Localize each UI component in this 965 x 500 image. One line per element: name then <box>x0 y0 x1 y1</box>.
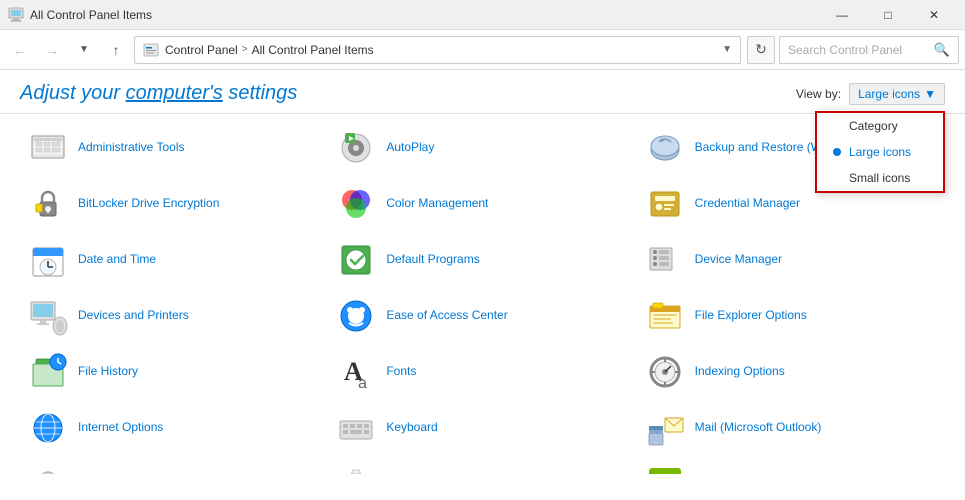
item-label: AutoPlay <box>386 140 434 156</box>
address-dropdown-arrow[interactable]: ▼ <box>722 44 732 55</box>
item-label: Internet Options <box>78 420 163 436</box>
item-icon-network <box>336 464 376 474</box>
back-button[interactable]: ← <box>6 36 34 64</box>
title-suffix: settings <box>223 82 297 104</box>
list-item[interactable]: Keyboard <box>328 402 636 454</box>
list-item[interactable]: File Explorer Options <box>637 290 945 342</box>
item-label: Device Manager <box>695 252 782 268</box>
address-box[interactable]: Control Panel > All Control Panel Items … <box>134 36 741 64</box>
list-item[interactable]: NVIDIA NVIDIA Control Panel <box>637 458 945 474</box>
item-icon-internet <box>28 408 68 448</box>
list-item[interactable]: Mail (Microsoft Outlook) <box>637 402 945 454</box>
title-link[interactable]: computer's <box>126 82 223 104</box>
close-button[interactable]: ✕ <box>911 0 957 30</box>
item-label: Default Programs <box>386 252 479 268</box>
addressbar: ← → ▼ ↑ Control Panel > All Control Pane… <box>0 30 965 70</box>
up-button[interactable]: ↑ <box>102 36 130 64</box>
breadcrumb-controlpanel[interactable]: Control Panel <box>165 43 238 57</box>
list-item[interactable]: Network and Sharing Center <box>328 458 636 474</box>
item-icon-backup <box>645 128 685 168</box>
viewby-label: View by: <box>796 87 841 101</box>
item-label: Keyboard <box>386 420 437 436</box>
viewby-value: Large icons <box>858 87 920 101</box>
item-label: File History <box>78 364 138 380</box>
item-label: Administrative Tools <box>78 140 185 156</box>
item-icon-credential <box>645 184 685 224</box>
item-icon-nvidia: NVIDIA <box>645 464 685 474</box>
viewby-container: View by: Large icons ▼ Category Large ic… <box>796 83 945 105</box>
list-item[interactable]: Indexing Options <box>637 346 945 398</box>
viewby-button[interactable]: Large icons ▼ <box>849 83 945 105</box>
item-icon-device <box>645 240 685 280</box>
item-icon-keyboard <box>336 408 376 448</box>
item-icon-default <box>336 240 376 280</box>
list-item[interactable]: Internet Options <box>20 402 328 454</box>
list-item[interactable]: Mouse <box>20 458 328 474</box>
large-icons-dot <box>833 148 841 156</box>
dropdown-small-icons[interactable]: Small icons <box>817 165 943 191</box>
list-item[interactable]: BitLocker Drive Encryption <box>20 178 328 230</box>
dropdown-large-icons-label: Large icons <box>849 145 911 159</box>
main-header: Adjust your computer's settings View by:… <box>0 70 965 114</box>
item-icon-indexing <box>645 352 685 392</box>
small-icons-dot <box>833 174 841 182</box>
viewby-dropdown: Category Large icons Small icons <box>815 111 945 193</box>
item-icon-datetime <box>28 240 68 280</box>
dropdown-category-label: Category <box>849 119 898 133</box>
item-label: Color Management <box>386 196 488 212</box>
page-title: Adjust your computer's settings <box>20 82 297 105</box>
item-icon-filehistory <box>28 352 68 392</box>
item-icon-fonts: Aa <box>336 352 376 392</box>
title-prefix: Adjust your <box>20 82 126 104</box>
category-dot <box>833 122 841 130</box>
titlebar-icon <box>8 7 24 23</box>
item-label: BitLocker Drive Encryption <box>78 196 219 212</box>
dropdown-recent-button[interactable]: ▼ <box>70 36 98 64</box>
item-label: Fonts <box>386 364 416 380</box>
viewby-chevron-icon: ▼ <box>924 87 936 101</box>
item-icon-devices <box>28 296 68 336</box>
item-label: Indexing Options <box>695 364 785 380</box>
list-item[interactable]: Aa Fonts <box>328 346 636 398</box>
search-placeholder: Search Control Panel <box>788 43 934 57</box>
list-item[interactable]: Administrative Tools <box>20 122 328 174</box>
refresh-button[interactable]: ↻ <box>747 36 775 64</box>
minimize-button[interactable]: — <box>819 0 865 30</box>
list-item[interactable]: File History <box>20 346 328 398</box>
item-label: Devices and Printers <box>78 308 189 324</box>
list-item[interactable]: Default Programs <box>328 234 636 286</box>
dropdown-large-icons[interactable]: Large icons <box>817 139 943 165</box>
dropdown-small-icons-label: Small icons <box>849 171 910 185</box>
item-icon-bitlocker <box>28 184 68 224</box>
titlebar: All Control Panel Items — □ ✕ <box>0 0 965 30</box>
list-item[interactable]: Date and Time <box>20 234 328 286</box>
maximize-button[interactable]: □ <box>865 0 911 30</box>
item-label: Ease of Access Center <box>386 308 507 324</box>
list-item[interactable]: Color Management <box>328 178 636 230</box>
list-item[interactable]: Ease of Access Center <box>328 290 636 342</box>
item-icon-explorer <box>645 296 685 336</box>
titlebar-controls: — □ ✕ <box>819 0 957 30</box>
item-label: Credential Manager <box>695 196 800 212</box>
item-label: Mail (Microsoft Outlook) <box>695 420 822 436</box>
item-icon-mail <box>645 408 685 448</box>
search-icon: 🔍 <box>934 42 950 58</box>
search-box[interactable]: Search Control Panel 🔍 <box>779 36 959 64</box>
item-icon-mouse <box>28 464 68 474</box>
item-icon-color <box>336 184 376 224</box>
forward-button[interactable]: → <box>38 36 66 64</box>
item-icon-ease <box>336 296 376 336</box>
item-label: File Explorer Options <box>695 308 807 324</box>
list-item[interactable]: AutoPlay <box>328 122 636 174</box>
svg-text:a: a <box>358 375 367 392</box>
item-label: Date and Time <box>78 252 156 268</box>
list-item[interactable]: Devices and Printers <box>20 290 328 342</box>
breadcrumb-allitems[interactable]: All Control Panel Items <box>252 43 374 57</box>
item-icon-admin <box>28 128 68 168</box>
list-item[interactable]: Device Manager <box>637 234 945 286</box>
titlebar-title: All Control Panel Items <box>30 8 819 22</box>
dropdown-category[interactable]: Category <box>817 113 943 139</box>
item-icon-autoplay <box>336 128 376 168</box>
